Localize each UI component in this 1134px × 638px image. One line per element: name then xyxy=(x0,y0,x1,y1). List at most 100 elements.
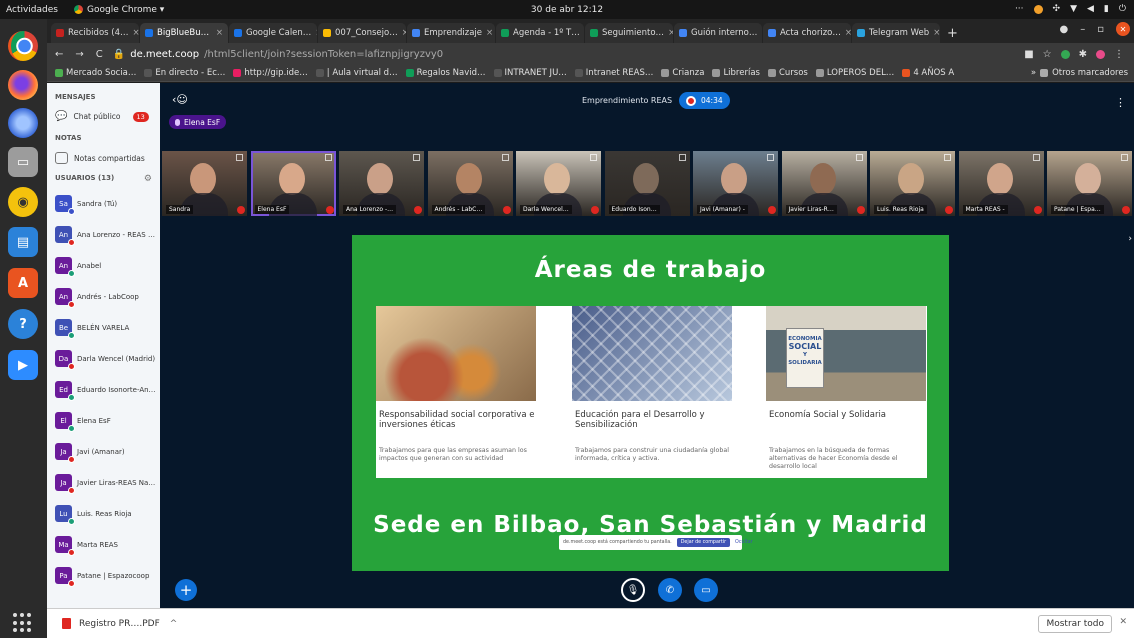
webcam-tile[interactable]: Javi (Amanar) - xyxy=(693,151,778,216)
forward-icon[interactable]: → xyxy=(75,49,83,60)
webcam-tile[interactable]: Patane | Espa… xyxy=(1047,151,1132,216)
user-list-item[interactable]: Ja Javier Liras-REAS Na… xyxy=(47,467,160,498)
webcam-tile[interactable]: Luis. Reas Rioja xyxy=(870,151,955,216)
user-list-item[interactable]: El Elena EsF xyxy=(47,405,160,436)
browser-tab[interactable]: 007_Consejo… × xyxy=(318,23,406,43)
leave-audio-button[interactable]: ✆ xyxy=(658,578,682,602)
download-file-name[interactable]: Registro PR….PDF xyxy=(79,619,160,629)
user-list-item[interactable]: Pa Patane | Espazocoop xyxy=(47,560,160,591)
bookmark-item[interactable]: Cursos xyxy=(767,68,808,78)
bookmark-item[interactable]: | Aula virtual d… xyxy=(315,68,398,78)
chrome-menu-icon[interactable]: ⋮ xyxy=(1114,49,1124,60)
bookmark-item[interactable]: Intranet REAS… xyxy=(574,68,653,78)
files-dock-icon[interactable]: ▭ xyxy=(8,147,38,177)
close-tab-icon[interactable]: × xyxy=(315,28,317,38)
user-list-item[interactable]: Da Darla Wencel (Madrid) xyxy=(47,343,160,374)
bookmark-item[interactable]: Mercado Socia… xyxy=(55,68,136,78)
webcam-tile[interactable]: Elena EsF xyxy=(250,151,336,216)
mute-mic-button[interactable]: 🎙 xyxy=(621,578,645,602)
zoom-dock-icon[interactable]: ▶ xyxy=(8,350,38,380)
firefox-dock-icon[interactable] xyxy=(8,70,38,100)
webcam-tile[interactable]: Javier Liras-R… xyxy=(781,151,867,216)
webcam-tile[interactable]: Sandra xyxy=(162,151,247,216)
bookmark-item[interactable]: 4 AÑOS A xyxy=(902,68,954,78)
close-tab-icon[interactable]: × xyxy=(216,28,223,38)
user-list-item[interactable]: An Ana Lorenzo - REAS … xyxy=(47,219,160,250)
chevron-up-icon[interactable]: ^ xyxy=(170,619,178,629)
reload-icon[interactable]: C xyxy=(96,49,103,60)
browser-tab[interactable]: Agenda - 1º T…× xyxy=(496,23,584,43)
bookmark-item[interactable]: Librerías xyxy=(712,68,760,78)
user-list-item[interactable]: Sa Sandra (Tú) xyxy=(47,188,160,219)
browser-tab[interactable]: Seguimiento… × xyxy=(585,23,673,43)
user-list-item[interactable]: Ed Eduardo Isonorte-An… xyxy=(47,374,160,405)
close-window-icon[interactable]: ✕ xyxy=(1116,22,1130,36)
share-webcam-button[interactable]: ▭ xyxy=(694,578,718,602)
new-tab-button[interactable]: + xyxy=(941,23,964,43)
bookmark-item[interactable]: En directo - Ec… xyxy=(144,68,225,78)
actions-plus-button[interactable]: + xyxy=(175,579,197,601)
bookmark-item[interactable]: LOPEROS DEL… xyxy=(815,68,894,78)
fullscreen-icon[interactable] xyxy=(1032,154,1040,161)
other-bookmarks[interactable]: » Otros marcadores xyxy=(1031,68,1128,78)
bookmark-item[interactable]: Regalos Navid… xyxy=(405,68,486,78)
user-list-item[interactable]: Be BELÉN VARELA xyxy=(47,312,160,343)
rhythmbox-dock-icon[interactable]: ◉ xyxy=(8,187,38,217)
webcam-tile[interactable]: Marta REAS - xyxy=(958,151,1044,216)
webcam-tile[interactable]: Andrés - LabC… xyxy=(427,151,513,216)
expand-arrow-icon[interactable]: › xyxy=(1128,234,1132,244)
user-list-item[interactable]: An Andrés - LabCoop xyxy=(47,281,160,312)
software-dock-icon[interactable]: A xyxy=(8,268,38,298)
browser-tab[interactable]: Guión interno…× xyxy=(674,23,762,43)
recording-indicator[interactable]: 04:34 xyxy=(679,92,730,109)
fullscreen-icon[interactable] xyxy=(855,154,863,161)
close-tab-icon[interactable]: × xyxy=(933,28,940,38)
bookmark-item[interactable]: Crianza xyxy=(661,68,704,78)
fullscreen-icon[interactable] xyxy=(590,154,597,161)
app-menu[interactable]: Google Chrome ▾ xyxy=(74,5,164,15)
close-tab-icon[interactable]: × xyxy=(133,28,140,38)
show-all-downloads-button[interactable]: Mostrar todo xyxy=(1038,615,1112,633)
user-list-item[interactable]: Lu Luis. Reas Rioja xyxy=(47,498,160,529)
settings-gear-icon[interactable]: ⚙ xyxy=(144,174,152,184)
webcam-tile[interactable]: Darla Wencel… xyxy=(516,151,601,216)
fullscreen-icon[interactable] xyxy=(413,154,420,161)
extension-green-icon[interactable] xyxy=(1060,49,1070,59)
puzzle-icon[interactable]: ✱ xyxy=(1079,49,1087,60)
close-download-bar-icon[interactable]: ✕ xyxy=(1119,617,1127,627)
fullscreen-icon[interactable] xyxy=(236,154,243,161)
public-chat-item[interactable]: 💬 Chat público 13 xyxy=(47,101,160,122)
close-tab-icon[interactable]: × xyxy=(761,28,762,38)
help-dock-icon[interactable]: ? xyxy=(8,309,38,339)
chrome-profile-icon[interactable]: ● xyxy=(1059,24,1068,35)
close-tab-icon[interactable]: × xyxy=(402,28,406,38)
fullscreen-icon[interactable] xyxy=(324,154,332,161)
chrome-dock-icon[interactable] xyxy=(8,31,38,61)
user-list-item[interactable]: Ja Javi (Amanar) xyxy=(47,436,160,467)
browser-tab[interactable]: Acta chorizo… × xyxy=(763,23,851,43)
url-field[interactable]: 🔒 de.meet.coop/html5client/join?sessionT… xyxy=(113,49,1024,60)
show-apps-icon[interactable] xyxy=(13,613,33,633)
thunderbird-dock-icon[interactable] xyxy=(8,108,38,138)
hide-share-bar-button[interactable]: Ocultar xyxy=(735,540,753,545)
browser-tab[interactable]: Emprendizaje × xyxy=(407,23,495,43)
browser-tab[interactable]: Google Calen…× xyxy=(229,23,317,43)
close-tab-icon[interactable]: × xyxy=(486,28,493,38)
webcam-tile[interactable]: Eduardo Ison… xyxy=(604,151,690,216)
fullscreen-icon[interactable] xyxy=(767,154,774,161)
close-tab-icon[interactable]: × xyxy=(668,28,673,38)
bookmark-item[interactable]: http://gip.ide… xyxy=(233,68,308,78)
back-icon[interactable]: ← xyxy=(55,49,63,60)
webcam-tile[interactable]: Ana Lorenzo -… xyxy=(339,151,424,216)
browser-tab[interactable]: Telegram Web × xyxy=(852,23,940,43)
system-tray[interactable]: ··· ✣ ▼ ◀ ▮ ⏻ xyxy=(1015,4,1126,14)
activities-button[interactable]: Actividades xyxy=(0,5,74,15)
browser-tab[interactable]: Recibidos (4… × xyxy=(51,23,139,43)
stop-sharing-button[interactable]: Dejar de compartir xyxy=(676,538,731,547)
fullscreen-icon[interactable] xyxy=(678,154,686,161)
star-icon[interactable]: ☆ xyxy=(1043,49,1052,60)
maximize-icon[interactable]: ▫ xyxy=(1097,24,1104,35)
user-list-item[interactable]: An Anabel xyxy=(47,250,160,281)
browser-tab[interactable]: BigBlueBu… × xyxy=(140,23,228,43)
fullscreen-icon[interactable] xyxy=(1121,154,1128,161)
